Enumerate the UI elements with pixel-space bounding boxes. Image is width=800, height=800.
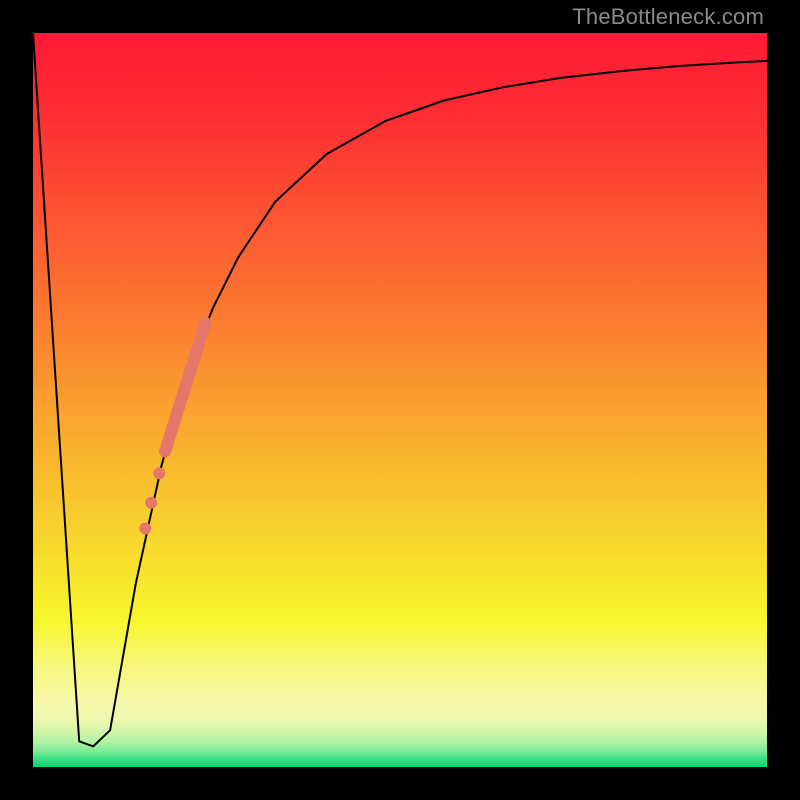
plot-area (33, 33, 767, 767)
chart-frame: TheBottleneck.com (0, 0, 800, 800)
bottleneck-curve-path (33, 33, 767, 746)
marker-group (139, 323, 205, 535)
watermark-text: TheBottleneck.com (572, 4, 764, 30)
data-marker (153, 467, 165, 479)
data-marker (145, 497, 157, 509)
curve-layer (33, 33, 767, 767)
data-marker-segment (165, 323, 205, 452)
data-marker (139, 522, 151, 534)
